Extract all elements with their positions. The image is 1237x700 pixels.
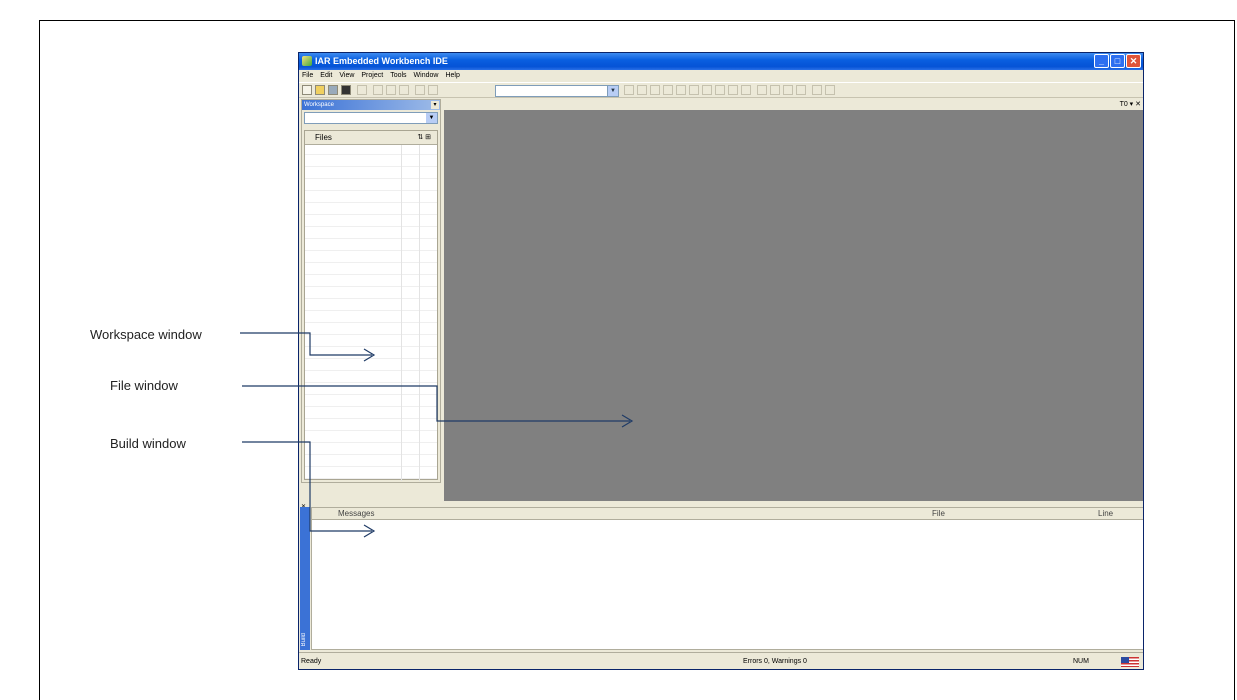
callout-file-label: File window (110, 378, 178, 393)
ide-window: IAR Embedded Workbench IDE _ □ ✕ File Ed… (298, 52, 1144, 670)
find-combo-input[interactable] (495, 85, 619, 97)
file-column-header[interactable]: File (932, 508, 945, 520)
download-icon[interactable] (812, 85, 822, 95)
line-column-header[interactable]: Line (1098, 508, 1113, 520)
find-prev-icon[interactable] (650, 85, 660, 95)
save-all-icon[interactable] (341, 85, 351, 95)
toolbar: ▼ (299, 82, 1143, 98)
new-file-icon[interactable] (302, 85, 312, 95)
app-title: IAR Embedded Workbench IDE (315, 56, 448, 66)
redo-icon[interactable] (428, 85, 438, 95)
workspace-pane: Workspace ▾ ▼ Files ⇅ ⊞ (301, 99, 441, 483)
status-num: NUM (1073, 658, 1089, 665)
messages-column-header[interactable]: Messages (338, 508, 374, 520)
replace-icon[interactable] (663, 85, 673, 95)
menu-bar: File Edit View Project Tools Window Help (299, 70, 1143, 82)
menu-window[interactable]: Window (414, 70, 439, 82)
copy-icon[interactable] (386, 85, 396, 95)
prev-bookmark-icon[interactable] (715, 85, 725, 95)
pin-icon[interactable]: ▾ (431, 101, 439, 109)
undo-icon[interactable] (415, 85, 425, 95)
navigate-icon[interactable] (728, 85, 738, 95)
column-options-icon[interactable]: ⇅ ⊞ (417, 131, 431, 145)
find-icon[interactable] (624, 85, 634, 95)
bookmark-icon[interactable] (689, 85, 699, 95)
find-next-icon[interactable] (637, 85, 647, 95)
print-icon[interactable] (357, 85, 367, 95)
stop-build-icon[interactable] (770, 85, 780, 95)
open-folder-icon[interactable] (315, 85, 325, 95)
debug-no-download-icon[interactable] (825, 85, 835, 95)
callout-build-label: Build window (110, 436, 186, 451)
maximize-button[interactable]: □ (1110, 54, 1125, 68)
menu-edit[interactable]: Edit (320, 70, 332, 82)
configuration-select[interactable]: ▼ (304, 112, 438, 124)
make-icon[interactable] (757, 85, 767, 95)
editor-window-controls[interactable]: T0 ▾ ✕ (444, 99, 1143, 110)
paste-icon[interactable] (399, 85, 409, 95)
minimize-button[interactable]: _ (1094, 54, 1109, 68)
close-button[interactable]: ✕ (1126, 54, 1141, 68)
file-editor-area[interactable] (444, 110, 1143, 501)
workspace-title: Workspace (302, 100, 440, 110)
cut-icon[interactable] (373, 85, 383, 95)
menu-project[interactable]: Project (361, 70, 383, 82)
files-header-label: Files (315, 133, 332, 142)
menu-file[interactable]: File (302, 70, 313, 82)
column-divider (419, 145, 420, 481)
build-column-header: Messages File Line (312, 508, 1143, 520)
breakpoint-icon[interactable] (783, 85, 793, 95)
callout-workspace-label: Workspace window (90, 327, 202, 342)
files-column-header: Files ⇅ ⊞ (305, 131, 437, 145)
goto-icon[interactable] (676, 85, 686, 95)
build-side-label: Build (301, 632, 307, 646)
chevron-down-icon[interactable]: ▼ (607, 85, 619, 97)
menu-view[interactable]: View (339, 70, 354, 82)
compile-icon[interactable] (741, 85, 751, 95)
workspace-file-list[interactable]: Files ⇅ ⊞ (304, 130, 438, 481)
save-icon[interactable] (328, 85, 338, 95)
status-errors-warnings: Errors 0, Warnings 0 (743, 658, 807, 665)
chevron-down-icon[interactable]: ▼ (426, 113, 437, 123)
menu-tools[interactable]: Tools (390, 70, 406, 82)
menu-help[interactable]: Help (445, 70, 459, 82)
language-flag-icon (1121, 657, 1139, 667)
debug-icon[interactable] (796, 85, 806, 95)
next-bookmark-icon[interactable] (702, 85, 712, 95)
title-bar[interactable]: IAR Embedded Workbench IDE _ □ ✕ (299, 53, 1143, 70)
build-side-tab[interactable]: Build (300, 507, 310, 650)
app-icon (302, 56, 312, 66)
column-divider (401, 145, 402, 481)
status-ready: Ready (301, 658, 322, 665)
build-messages-pane[interactable]: Messages File Line (311, 507, 1143, 650)
status-bar: Ready Errors 0, Warnings 0 NUM (299, 652, 1143, 669)
